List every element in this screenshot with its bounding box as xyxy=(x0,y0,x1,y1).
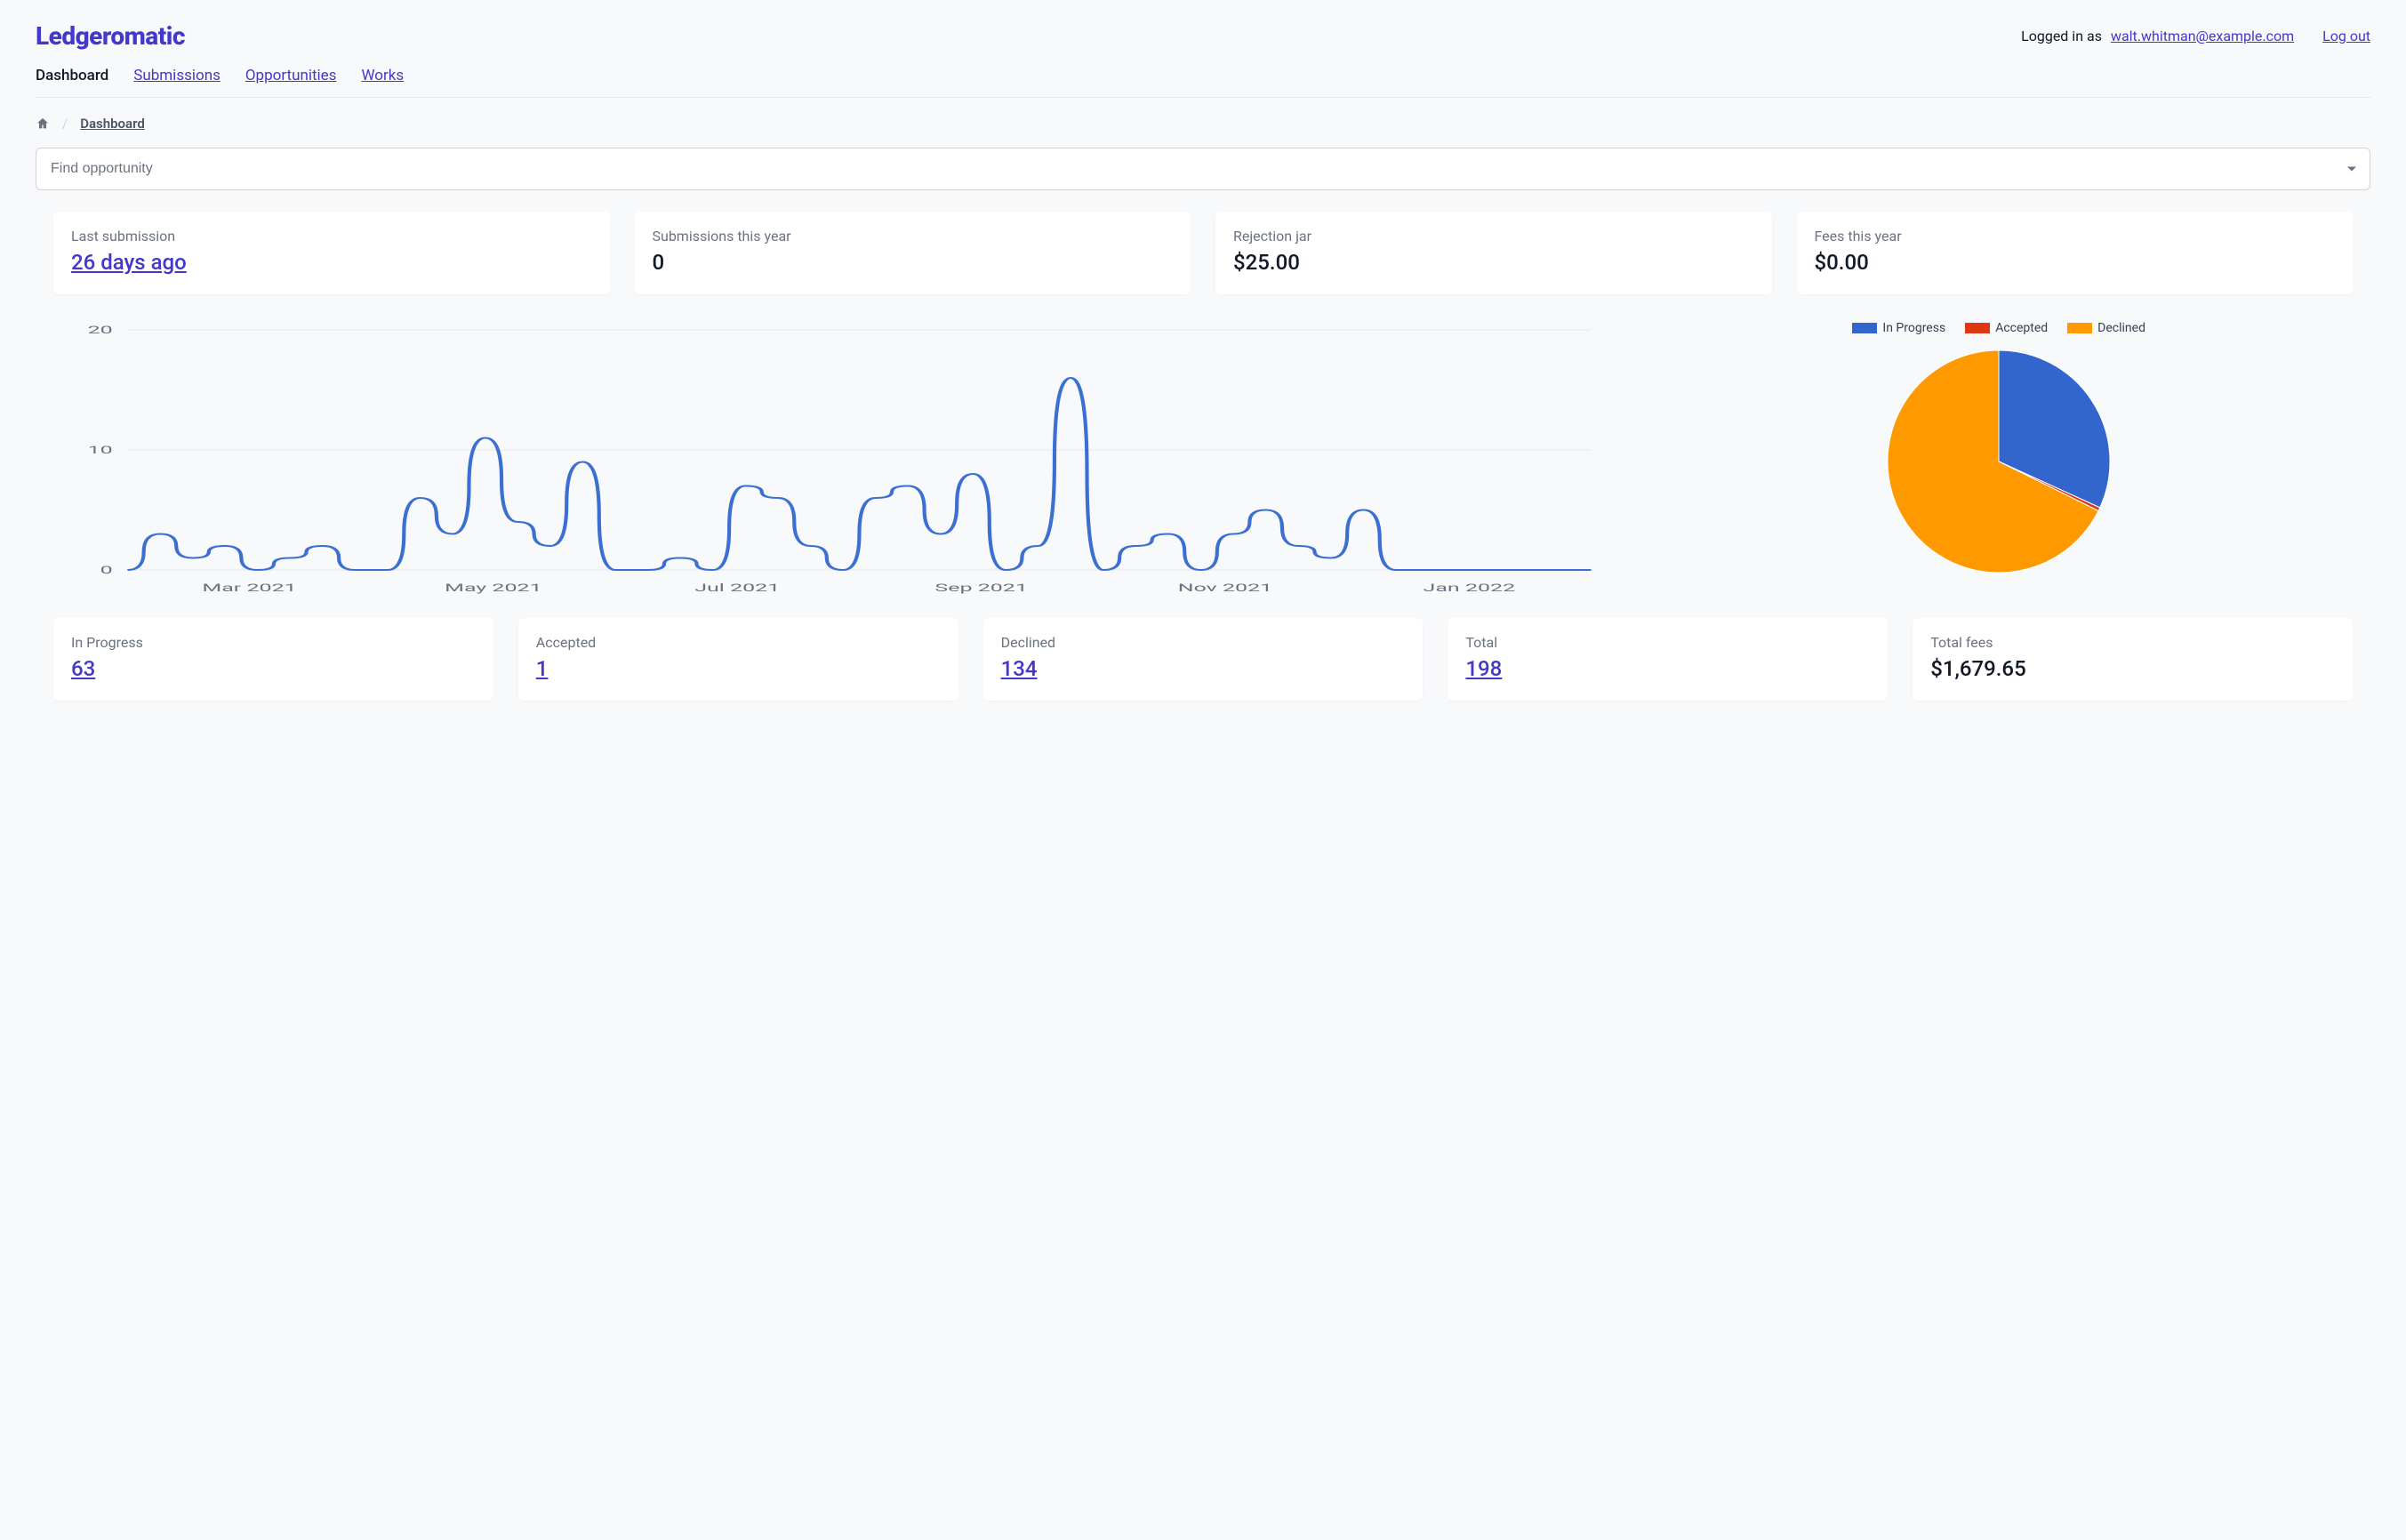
svg-text:20: 20 xyxy=(88,324,113,336)
card-submissions-year: Submissions this year 0 xyxy=(635,212,1191,294)
breadcrumb-current[interactable]: Dashboard xyxy=(80,116,145,132)
dropdown-caret-icon[interactable] xyxy=(2347,167,2356,172)
status-pie-chart: In Progress Accepted Declined xyxy=(1645,321,2353,577)
search-wrap xyxy=(36,148,2370,190)
legend-in-progress[interactable]: In Progress xyxy=(1852,321,1945,335)
card-value-link[interactable]: 26 days ago xyxy=(71,250,592,275)
auth-email-link[interactable]: walt.whitman@example.com xyxy=(2111,28,2294,44)
card-declined: Declined 134 xyxy=(983,618,1424,701)
legend-label: Declined xyxy=(2097,321,2145,335)
svg-text:0: 0 xyxy=(100,564,113,576)
card-value: 0 xyxy=(653,250,1174,275)
svg-text:Sep 2021: Sep 2021 xyxy=(934,582,1028,594)
legend-swatch-accepted xyxy=(1965,323,1990,333)
card-label: Last submission xyxy=(71,228,592,245)
legend-label: Accepted xyxy=(1995,321,2048,335)
nav-submissions[interactable]: Submissions xyxy=(133,67,221,84)
card-value-link[interactable]: 1 xyxy=(536,656,941,681)
auth-prefix: Logged in as xyxy=(2021,28,2102,44)
main-nav: Dashboard Submissions Opportunities Work… xyxy=(36,67,2370,98)
card-total: Total 198 xyxy=(1448,618,1888,701)
card-label: Fees this year xyxy=(1815,228,2336,245)
card-label: Total xyxy=(1465,634,1870,651)
search-input[interactable] xyxy=(36,148,2370,190)
card-rejection-jar: Rejection jar $25.00 xyxy=(1215,212,1772,294)
card-value: $0.00 xyxy=(1815,250,2336,275)
card-label: Accepted xyxy=(536,634,941,651)
breadcrumb: / Dashboard xyxy=(36,116,2370,132)
logout-link[interactable]: Log out xyxy=(2322,28,2370,44)
brand-logo[interactable]: Ledgeromatic xyxy=(36,21,185,51)
card-value: $25.00 xyxy=(1233,250,1754,275)
nav-dashboard[interactable]: Dashboard xyxy=(36,67,108,84)
auth-status: Logged in as walt.whitman@example.com Lo… xyxy=(2021,28,2370,44)
legend-swatch-declined xyxy=(2067,323,2092,333)
card-label: Total fees xyxy=(1930,634,2335,651)
card-fees-year: Fees this year $0.00 xyxy=(1797,212,2354,294)
card-value-link[interactable]: 198 xyxy=(1465,656,1870,681)
legend-declined[interactable]: Declined xyxy=(2067,321,2145,335)
legend-label: In Progress xyxy=(1882,321,1945,335)
card-value-link[interactable]: 134 xyxy=(1001,656,1406,681)
card-total-fees: Total fees $1,679.65 xyxy=(1913,618,2353,701)
card-label: Submissions this year xyxy=(653,228,1174,245)
legend-accepted[interactable]: Accepted xyxy=(1965,321,2048,335)
pie-legend: In Progress Accepted Declined xyxy=(1852,321,2145,335)
card-value: $1,679.65 xyxy=(1930,656,2335,681)
nav-works[interactable]: Works xyxy=(361,67,404,84)
card-accepted: Accepted 1 xyxy=(518,618,958,701)
legend-swatch-in-progress xyxy=(1852,323,1877,333)
home-icon[interactable] xyxy=(36,116,50,131)
nav-opportunities[interactable]: Opportunities xyxy=(245,67,337,84)
card-last-submission: Last submission 26 days ago xyxy=(53,212,610,294)
svg-text:Mar 2021: Mar 2021 xyxy=(202,582,296,594)
card-label: In Progress xyxy=(71,634,476,651)
card-label: Declined xyxy=(1001,634,1406,651)
card-label: Rejection jar xyxy=(1233,228,1754,245)
svg-text:10: 10 xyxy=(88,444,113,456)
svg-text:Jan 2022: Jan 2022 xyxy=(1424,582,1516,594)
card-in-progress: In Progress 63 xyxy=(53,618,493,701)
svg-text:May 2021: May 2021 xyxy=(445,582,541,594)
card-value-link[interactable]: 63 xyxy=(71,656,476,681)
svg-text:Jul 2021: Jul 2021 xyxy=(694,582,780,594)
svg-text:Nov 2021: Nov 2021 xyxy=(1178,582,1272,594)
breadcrumb-separator: / xyxy=(62,116,68,132)
submissions-line-chart: 0 10 20 Mar 2021 May 2021 Jul 2021 Sep 2021 Nov… xyxy=(53,321,1609,597)
